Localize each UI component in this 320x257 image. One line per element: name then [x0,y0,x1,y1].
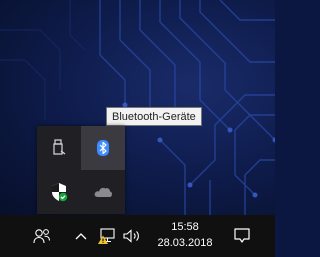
onedrive-cloud-icon [94,187,112,197]
tray-onedrive-button[interactable] [81,170,125,214]
clock-date: 28.03.2018 [157,237,213,249]
people-icon [33,229,50,244]
hidden-icons-flyout [37,126,125,214]
volume-button[interactable] [120,215,144,257]
usb-drive-icon [53,139,66,155]
chevron-up-icon [75,233,87,240]
bluetooth-tooltip: Bluetooth-Geräte [106,107,202,126]
bluetooth-icon [97,140,109,156]
volume-icon [123,229,139,243]
taskbar: 15:58 28.03.2018 [0,215,275,257]
show-hidden-icons-button[interactable] [72,215,90,257]
network-button[interactable] [96,215,118,257]
taskbar-clock[interactable]: 15:58 28.03.2018 [150,219,220,251]
network-warning-icon [98,228,115,244]
security-shield-icon [52,183,68,202]
tray-usb-button[interactable] [37,126,81,170]
tray-security-button[interactable] [37,170,81,214]
clock-time: 15:58 [171,221,199,233]
action-center-button[interactable] [229,215,255,257]
people-button[interactable] [28,215,56,257]
action-center-icon [234,228,250,243]
tray-bluetooth-button[interactable] [81,126,125,170]
